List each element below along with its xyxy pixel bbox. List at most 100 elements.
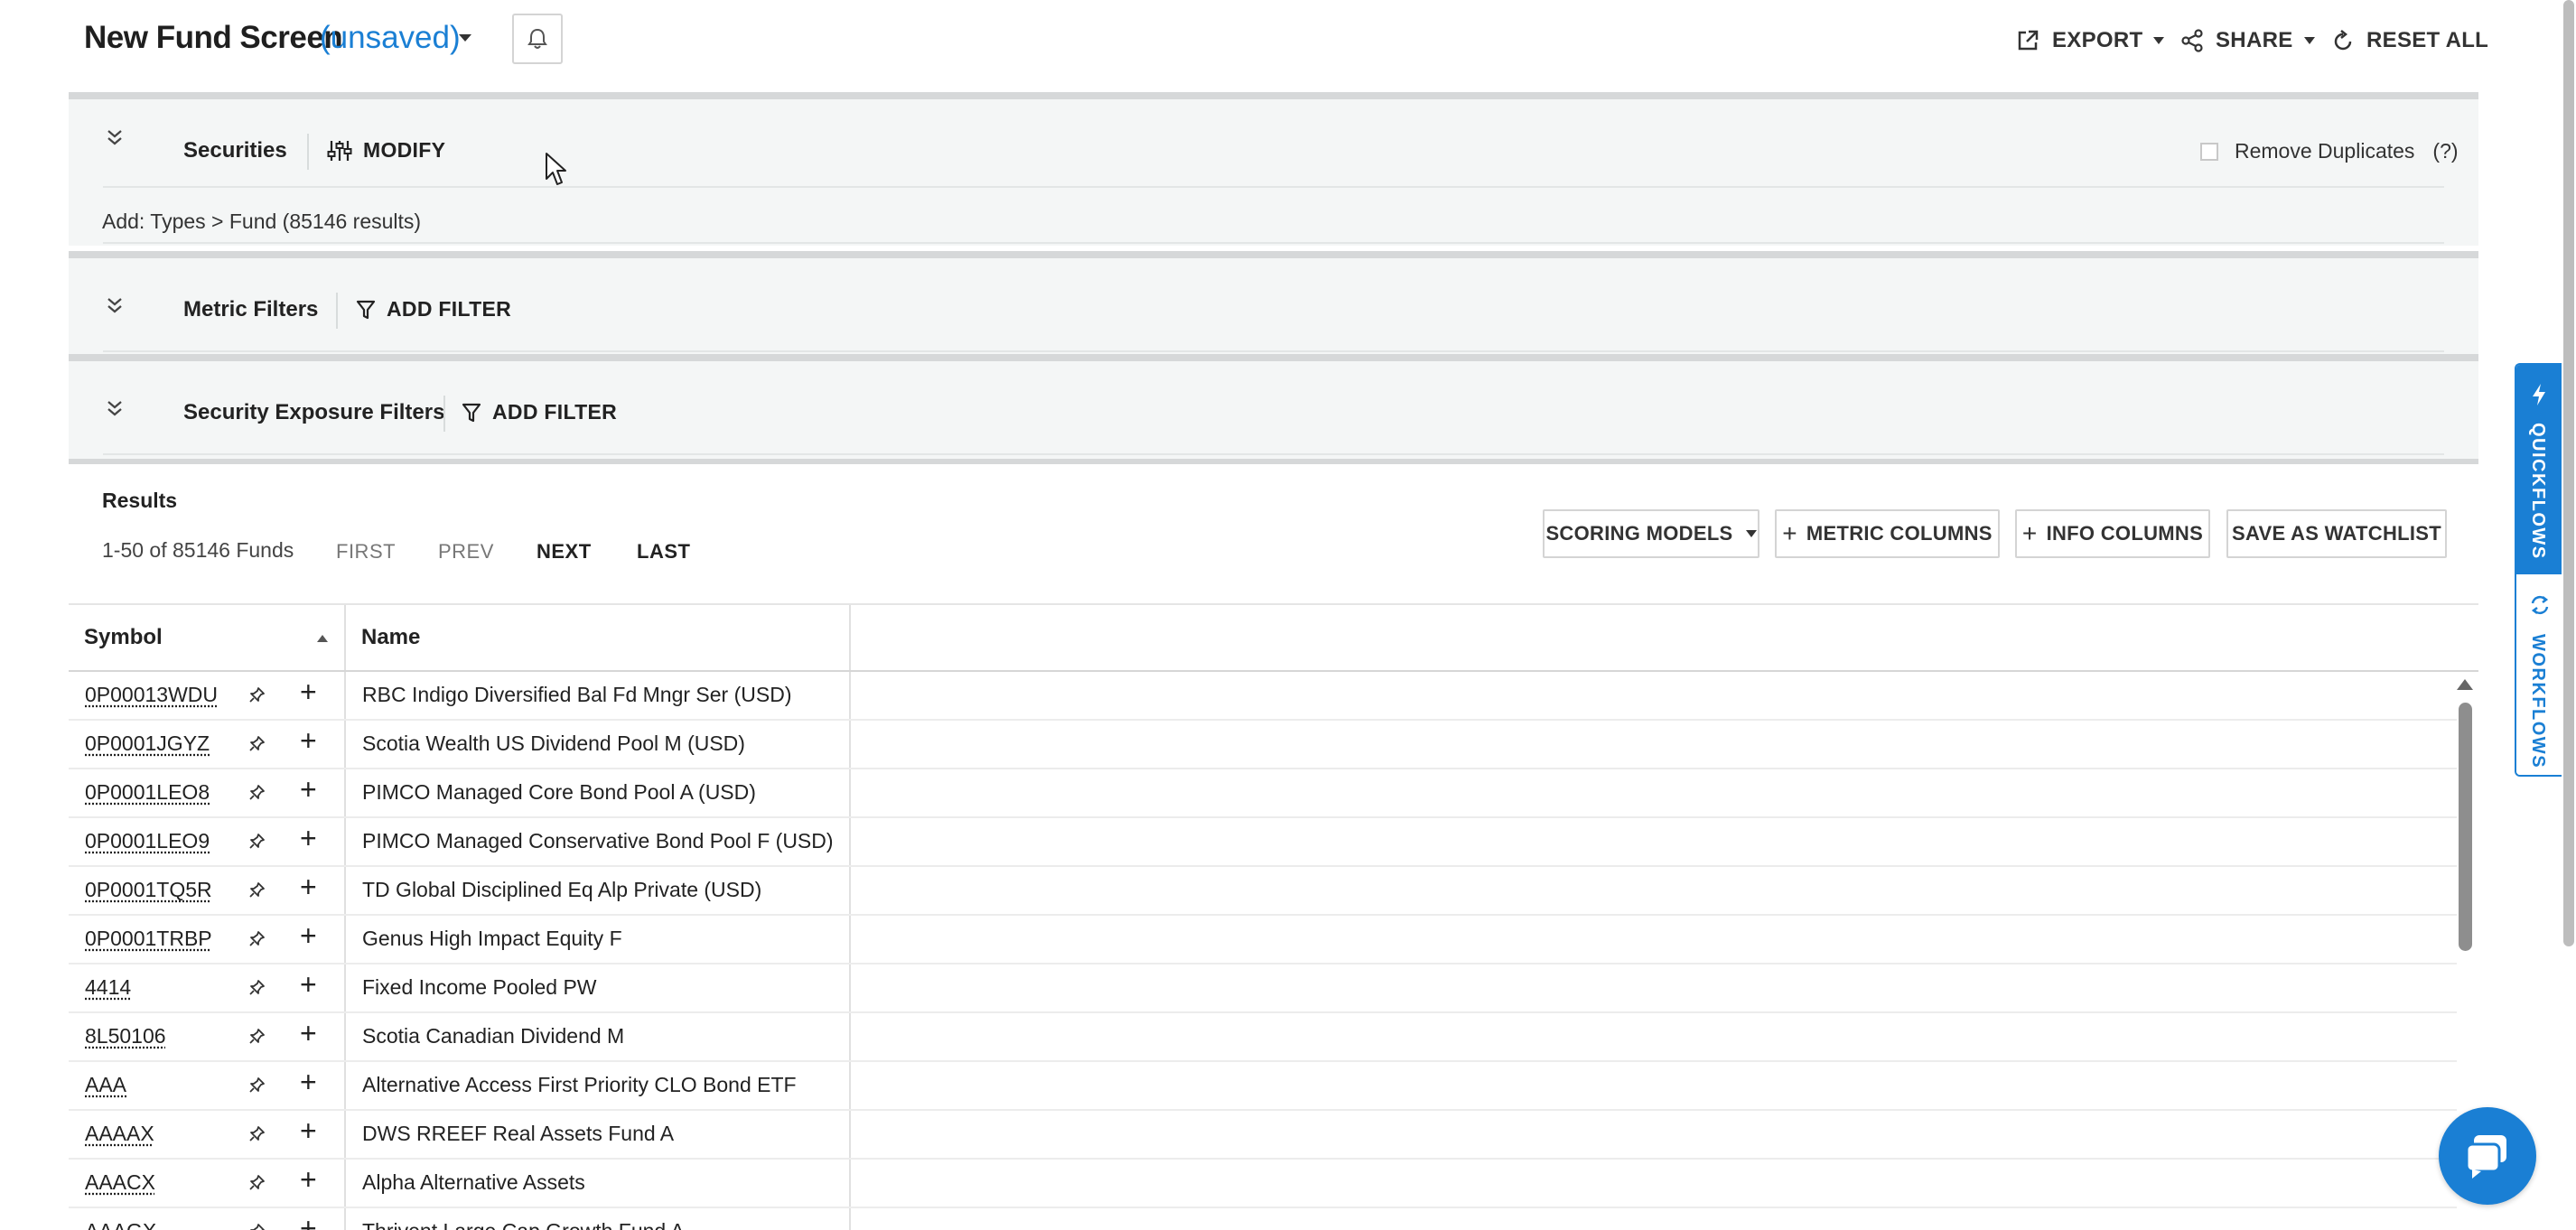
chevron-down-icon [2304,37,2315,44]
fund-name: Alternative Access First Priority CLO Bo… [362,1073,797,1097]
page-scrollbar-thumb[interactable] [2563,0,2574,946]
symbol-link[interactable]: 0P0001TQ5R [85,878,212,902]
divider [307,134,309,170]
reset-all-button[interactable]: RESET ALL [2332,27,2488,54]
chat-button[interactable] [2439,1107,2536,1205]
symbol-link[interactable]: 4414 [85,975,131,1000]
add-to-list-icon[interactable]: + [300,1116,317,1145]
add-to-list-icon[interactable]: + [300,677,317,706]
table-row[interactable]: 0P0001JGYZ + Scotia Wealth US Dividend Poo… [69,721,2457,769]
save-as-watchlist-button[interactable]: SAVE AS WATCHLIST [2226,509,2447,558]
divider [103,350,2444,352]
add-to-list-icon[interactable]: + [300,872,317,901]
quickflows-label: QUICKFLOWS [2527,423,2548,560]
symbol-link[interactable]: AAACX [85,1170,155,1195]
table-row[interactable]: 0P0001TRBP + Genus High Impact Equity F [69,916,2457,964]
column-header-name[interactable]: Name [361,625,420,650]
pin-icon[interactable] [249,686,266,709]
add-to-list-icon[interactable]: + [300,1214,317,1230]
add-to-list-icon[interactable]: + [300,775,317,804]
symbol-link[interactable]: 0P00013WDU [85,683,218,707]
table-row[interactable]: 8L50106 + Scotia Canadian Dividend M [69,1013,2457,1062]
pin-icon[interactable] [249,1125,266,1148]
reset-icon [2332,29,2354,52]
title-dropdown-caret-icon[interactable] [459,34,471,42]
pin-icon[interactable] [249,1076,266,1099]
symbol-link[interactable]: AAA [85,1073,126,1097]
scoring-models-button[interactable]: SCORING MODELS [1543,509,1759,558]
symbol-link[interactable]: 8L50106 [85,1024,166,1048]
share-button[interactable]: SHARE [2181,27,2315,54]
pin-icon[interactable] [249,784,266,806]
pager-first[interactable]: FIRST [336,540,396,564]
table-row[interactable]: AAA + Alternative Access First Priority CL… [69,1062,2457,1111]
modify-button[interactable]: MODIFY [327,138,445,163]
table-row[interactable]: 0P0001TQ5R + TD Global Disciplined Eq Alp … [69,867,2457,916]
scroll-up-arrow-icon[interactable] [2457,679,2473,690]
fund-name: Alpha Alternative Assets [362,1170,585,1195]
table-row[interactable]: AAAGX + Thrivent Large Cap Growth Fund A [69,1208,2457,1230]
pin-icon[interactable] [249,1223,266,1230]
pin-icon[interactable] [249,881,266,904]
workflows-tab[interactable]: WORKFLOWS [2516,574,2562,777]
share-label: SHARE [2216,28,2293,53]
double-chevron-icon [105,128,125,148]
column-header-symbol[interactable]: Symbol [84,625,163,650]
symbol-link[interactable]: AAAGX [85,1219,156,1230]
table-row[interactable]: 0P0001LEO9 + PIMCO Managed Conservative Bo… [69,818,2457,867]
pin-icon[interactable] [249,1174,266,1197]
pin-icon[interactable] [249,930,266,953]
quickflows-tab[interactable]: QUICKFLOWS [2516,365,2562,574]
divider [103,453,2444,455]
pin-icon[interactable] [249,1028,266,1050]
share-icon [2181,29,2203,52]
pager-last[interactable]: LAST [637,540,690,564]
export-label: EXPORT [2052,28,2142,53]
pin-icon[interactable] [249,979,266,1002]
symbol-link[interactable]: AAAAX [85,1122,154,1146]
help-link[interactable]: (?) [2432,139,2458,163]
remove-duplicates-checkbox[interactable] [2200,143,2218,161]
pin-icon[interactable] [249,735,266,758]
add-to-list-icon[interactable]: + [300,824,317,853]
table-scrollbar-thumb[interactable] [2459,703,2472,951]
table-row[interactable]: 4414 + Fixed Income Pooled PW [69,964,2457,1013]
add-metric-filter-button[interactable]: ADD FILTER [356,297,511,321]
collapse-securities-button[interactable] [105,128,125,153]
add-to-list-icon[interactable]: + [300,1067,317,1096]
add-to-list-icon[interactable]: + [300,970,317,999]
info-columns-button[interactable]: + INFO COLUMNS [2015,509,2210,558]
add-to-list-icon[interactable]: + [300,1165,317,1194]
divider [336,293,338,329]
pin-icon[interactable] [249,833,266,855]
collapse-metric-filters-button[interactable] [105,296,125,321]
pager-prev[interactable]: PREV [438,540,494,564]
remove-duplicates-control: Remove Duplicates (?) [2200,139,2459,163]
add-exposure-filter-button[interactable]: ADD FILTER [462,400,617,424]
chevron-down-icon [1746,530,1757,537]
alert-bell-button[interactable] [512,14,563,64]
sort-ascending-icon[interactable] [317,635,328,642]
collapse-exposure-filters-button[interactable] [105,399,125,424]
unsaved-status[interactable]: (unsaved) [320,20,461,56]
symbol-link[interactable]: 0P0001TRBP [85,927,212,951]
symbol-link[interactable]: 0P0001JGYZ [85,731,210,756]
filter-icon [462,402,481,424]
add-to-list-icon[interactable]: + [300,1019,317,1048]
add-to-list-icon[interactable]: + [300,921,317,950]
plus-icon: + [1782,521,1797,546]
metric-columns-button[interactable]: + METRIC COLUMNS [1775,509,2000,558]
export-button[interactable]: EXPORT [2016,27,2164,54]
fund-name: Genus High Impact Equity F [362,927,622,951]
plus-icon: + [2022,521,2038,546]
symbol-link[interactable]: 0P0001LEO8 [85,780,210,805]
table-row[interactable]: 0P0001LEO8 + PIMCO Managed Core Bond Pool … [69,769,2457,818]
add-to-list-icon[interactable]: + [300,726,317,755]
pager-next[interactable]: NEXT [537,540,592,564]
chevron-down-icon [2153,37,2164,44]
table-row[interactable]: AAACX + Alpha Alternative Assets [69,1160,2457,1208]
table-top-border [69,603,2478,605]
table-row[interactable]: 0P00013WDU + RBC Indigo Diversified Bal Fd… [69,672,2457,721]
table-row[interactable]: AAAAX + DWS RREEF Real Assets Fund A [69,1111,2457,1160]
symbol-link[interactable]: 0P0001LEO9 [85,829,210,853]
